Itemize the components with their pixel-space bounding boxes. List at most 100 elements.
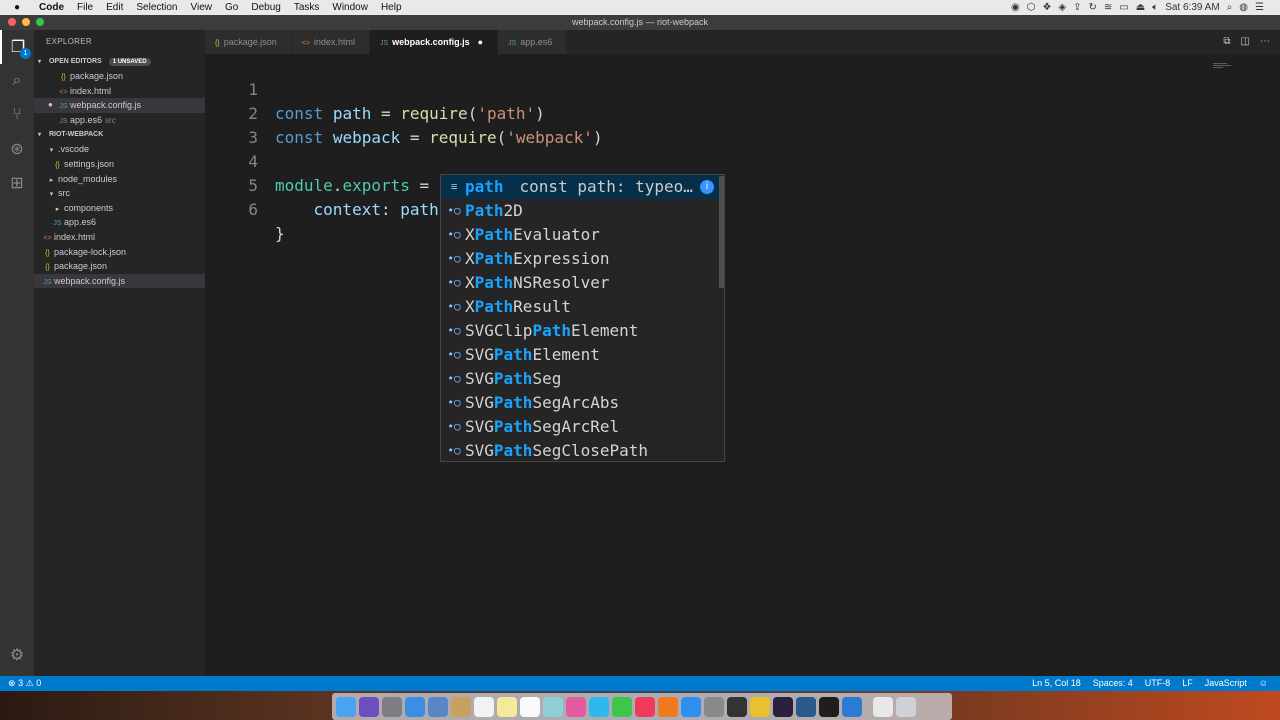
- safari-icon[interactable]: [405, 696, 425, 717]
- open-editor-item[interactable]: {} package.json: [34, 69, 205, 84]
- line-ending[interactable]: LF: [1182, 676, 1193, 691]
- language-mode[interactable]: JavaScript: [1205, 676, 1247, 691]
- suggest-item[interactable]: •○ SVGPathSeg: [441, 367, 724, 391]
- suggest-item[interactable]: •○ SVGPathSegArcRel: [441, 415, 724, 439]
- suggest-item[interactable]: •○ SVGPathSegClosePath: [441, 439, 724, 463]
- menu-file[interactable]: File: [72, 0, 101, 15]
- suggest-item[interactable]: •○ SVGClipPathElement: [441, 319, 724, 343]
- reminders-icon[interactable]: [520, 696, 540, 717]
- encoding[interactable]: UTF-8: [1145, 676, 1171, 691]
- dropbox-icon[interactable]: ❖: [1042, 2, 1051, 13]
- open-editor-item[interactable]: <> index.html: [34, 84, 205, 99]
- suggest-item[interactable]: •○ XPathExpression: [441, 247, 724, 271]
- suggest-item[interactable]: •○ XPathNSResolver: [441, 271, 724, 295]
- manage-gear-icon[interactable]: ⚙: [0, 638, 34, 672]
- suggest-item[interactable]: •○ SVGPathSegArcAbs: [441, 391, 724, 415]
- suggest-item[interactable]: ≡ path const path: typeo… i: [441, 175, 724, 199]
- menu-go[interactable]: Go: [220, 0, 246, 15]
- notification-center-icon[interactable]: ☰: [1255, 2, 1264, 13]
- mail-icon[interactable]: [428, 696, 448, 717]
- split-editor-icon[interactable]: ◫: [1241, 30, 1250, 54]
- clock[interactable]: Sat 6:39 AM: [1165, 2, 1219, 13]
- extensions-icon[interactable]: ⊞: [0, 166, 34, 200]
- suggest-item[interactable]: •○ XPathResult: [441, 295, 724, 319]
- menu-window[interactable]: Window: [327, 0, 376, 15]
- messages-icon[interactable]: [589, 696, 609, 717]
- finder-icon[interactable]: [336, 696, 356, 717]
- tab-package-json[interactable]: {} package.json: [205, 30, 292, 54]
- documents-icon[interactable]: [873, 696, 893, 717]
- zoom-window-button[interactable]: [36, 18, 44, 26]
- launchpad-icon[interactable]: [382, 696, 402, 717]
- spotlight-icon[interactable]: ⌕: [1227, 2, 1233, 13]
- cursor-position[interactable]: Ln 5, Col 18: [1032, 676, 1081, 691]
- suggest-item[interactable]: •○ XPathEvaluator: [441, 223, 724, 247]
- tree-folder[interactable]: ▾ .vscode: [34, 142, 205, 157]
- sync-icon[interactable]: ↻: [1089, 2, 1097, 13]
- tab-index-html[interactable]: <> index.html: [291, 30, 370, 54]
- phpstorm-icon[interactable]: [773, 696, 793, 717]
- siri-icon[interactable]: [359, 696, 379, 717]
- project-section[interactable]: ▾ RIOT-WEBPACK: [34, 127, 205, 142]
- tree-file[interactable]: {} package-lock.json: [34, 245, 205, 260]
- source-control-icon[interactable]: ⑂: [0, 98, 34, 132]
- quicktime-icon[interactable]: [796, 696, 816, 717]
- minimize-window-button[interactable]: [22, 18, 30, 26]
- tree-folder[interactable]: ▾ src: [34, 186, 205, 201]
- facetime-icon[interactable]: [612, 696, 632, 717]
- search-icon[interactable]: ⌕: [0, 64, 34, 98]
- tree-file-selected[interactable]: JS webpack.config.js: [34, 273, 205, 289]
- app-store-icon[interactable]: [681, 696, 701, 717]
- music-icon[interactable]: [635, 696, 655, 717]
- tree-folder[interactable]: ▸ node_modules: [34, 172, 205, 187]
- minimap[interactable]: [1213, 54, 1235, 68]
- open-changes-icon[interactable]: ⧉: [1223, 30, 1230, 54]
- tree-folder[interactable]: ▸ components: [34, 201, 205, 216]
- contacts-icon[interactable]: [451, 696, 471, 717]
- shield-icon[interactable]: ◈: [1058, 2, 1066, 13]
- open-editor-item[interactable]: JS app.es6 src: [34, 113, 205, 128]
- open-editor-item-active[interactable]: ● JS webpack.config.js: [34, 98, 205, 113]
- code-editor[interactable]: 1 const path = require('path') 2 const w…: [205, 54, 1280, 676]
- tab-webpack-config[interactable]: JS webpack.config.js ●: [369, 30, 499, 54]
- suggest-item[interactable]: •○ SVGPathElement: [441, 343, 724, 367]
- explorer-icon[interactable]: ❐ 1: [0, 30, 34, 64]
- wifi-icon[interactable]: ≋: [1104, 2, 1112, 13]
- unsaved-dot-icon[interactable]: ●: [48, 98, 53, 113]
- apple-icon[interactable]: ●: [0, 2, 34, 13]
- menu-app-name[interactable]: Code: [34, 0, 72, 15]
- close-window-button[interactable]: [8, 18, 16, 26]
- ibooks-icon[interactable]: [658, 696, 678, 717]
- trash-icon[interactable]: [896, 696, 916, 717]
- maps-icon[interactable]: [543, 696, 563, 717]
- eject-icon[interactable]: ⏏: [1136, 2, 1145, 13]
- debug-icon[interactable]: ⊛: [0, 132, 34, 166]
- airplay-icon[interactable]: ▭: [1119, 2, 1128, 13]
- menu-selection[interactable]: Selection: [131, 0, 185, 15]
- chrome-icon[interactable]: [750, 696, 770, 717]
- suggest-scrollbar[interactable]: [719, 176, 724, 288]
- indentation[interactable]: Spaces: 4: [1093, 676, 1133, 691]
- menu-view[interactable]: View: [186, 0, 221, 15]
- siri-icon[interactable]: ◍: [1239, 2, 1248, 13]
- box-icon[interactable]: ⬡: [1027, 2, 1036, 13]
- vscode-icon[interactable]: [842, 696, 862, 717]
- suggest-item[interactable]: •○ Path2D: [441, 199, 724, 223]
- photos-icon[interactable]: [566, 696, 586, 717]
- tree-file[interactable]: <> index.html: [34, 230, 205, 245]
- record-icon[interactable]: ◉: [1011, 2, 1020, 13]
- volume-icon[interactable]: 🔈︎: [1152, 2, 1158, 13]
- upload-icon[interactable]: ⇪: [1073, 2, 1081, 13]
- tree-file[interactable]: {} settings.json: [34, 157, 205, 172]
- unsaved-dot-icon[interactable]: ●: [478, 37, 483, 47]
- unity-icon[interactable]: [727, 696, 747, 717]
- tree-file[interactable]: {} package.json: [34, 259, 205, 274]
- problems-indicator[interactable]: ⊗ 3 ⚠ 0: [0, 676, 41, 691]
- notes-icon[interactable]: [497, 696, 517, 717]
- tab-app-es6[interactable]: JS app.es6: [498, 30, 568, 54]
- menu-tasks[interactable]: Tasks: [289, 0, 328, 15]
- more-actions-icon[interactable]: ⋯: [1260, 30, 1270, 54]
- menu-help[interactable]: Help: [376, 0, 410, 15]
- system-preferences-icon[interactable]: [704, 696, 724, 717]
- open-editors-section[interactable]: ▾ OPEN EDITORS 1 UNSAVED: [34, 54, 205, 69]
